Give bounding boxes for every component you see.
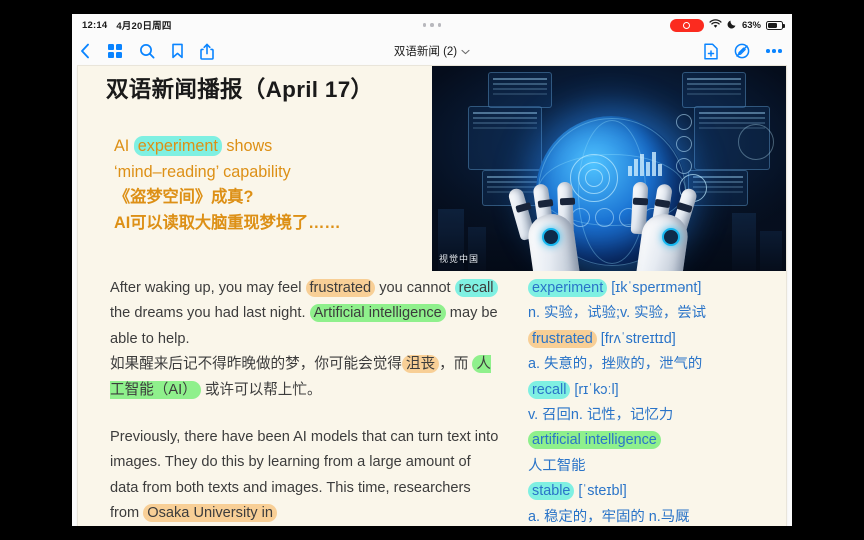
page-title: 双语新闻播报（April 17）: [106, 77, 374, 102]
bottom-letterbox: [0, 526, 864, 540]
headline-line1-post: shows: [221, 137, 273, 155]
headline-line-2: ‘mind–reading’ capability: [114, 162, 291, 181]
more-ellipsis-icon[interactable]: [766, 49, 782, 53]
chevron-down-icon[interactable]: [461, 42, 470, 60]
headline-line-4: AI可以读取大脑重现梦境了……: [114, 213, 341, 232]
headline-line1-pre: AI: [114, 137, 134, 155]
highlight-osaka-university: Osaka University in: [143, 504, 277, 523]
vocab-word-2: recall [rɪˈkɔːl]: [528, 378, 786, 403]
p1-seg2: you cannot: [375, 280, 455, 296]
vocab-term-2: recall: [528, 380, 571, 399]
screen: 12:14 4月20日周四 63% 双语新闻 (2) 双语新闻播报（April …: [0, 0, 864, 540]
headline-line-1: AI experiment shows: [114, 134, 414, 160]
recording-indicator[interactable]: [669, 18, 704, 32]
vocabulary-column: experiment [ɪkˈsperɪmənt] n. 实验，试验;v. 实验…: [528, 276, 786, 526]
vocab-term-4: stable: [528, 482, 575, 501]
toolbar-right-group: [704, 36, 782, 66]
document-title-label: 双语新闻 (2): [393, 46, 458, 58]
headline-block: AI experiment shows ‘mind–reading’ capab…: [114, 134, 414, 236]
vocab-def-1: a. 失意的，挫败的，泄气的: [528, 356, 703, 373]
image-watermark: 视觉中国: [439, 254, 480, 264]
vocab-word-0: experiment [ɪkˈsperɪmənt]: [528, 276, 786, 301]
highlight-recall: recall: [454, 279, 498, 297]
app-toolbar: 双语新闻 (2): [72, 36, 792, 66]
add-page-icon[interactable]: [704, 43, 718, 60]
do-not-disturb-icon: [727, 16, 737, 34]
vocab-ipa-1: [frʌˈstreɪtɪd]: [600, 330, 676, 347]
vocab-word-4: stable [ˈsteɪbl]: [528, 479, 786, 504]
p1cn-seg3: 或许可以帮上忙。: [200, 381, 322, 398]
body-paragraph-2: Previously, there have been AI models th…: [110, 425, 500, 526]
body-paragraph-1: After waking up, you may feel frustrated…: [110, 276, 500, 352]
markup-pen-icon[interactable]: [734, 43, 750, 59]
vocab-term-0: experiment: [528, 279, 608, 297]
battery-icon: [766, 20, 785, 30]
document-page: 双语新闻播报（April 17） AI experiment shows ‘mi…: [78, 66, 786, 526]
hero-image: 视觉中国: [432, 66, 786, 271]
vocab-def-0: n. 实验，试验;v. 实验，尝试: [528, 305, 707, 322]
vocab-def-4: a. 稳定的，牢固的 n.马厩: [528, 508, 690, 525]
page-scroll-area[interactable]: 双语新闻播报（April 17） AI experiment shows ‘mi…: [72, 66, 792, 526]
vocab-word-1: frustrated [frʌˈstreɪtɪd]: [528, 327, 786, 352]
headline-line-3: 《盗梦空间》成真?: [114, 188, 254, 206]
vocab-def-2: v. 召回n. 记性，记忆力: [528, 407, 674, 424]
vocab-term-1: frustrated: [528, 329, 597, 348]
vocab-term-3: artificial intelligence: [528, 431, 661, 450]
highlight-frustrated: frustrated: [305, 279, 376, 297]
vocab-ipa-4: [ˈsteɪbl]: [578, 483, 627, 500]
p1cn-seg1: 如果醒来后记不得昨晚做的梦，你可能会觉得: [110, 356, 402, 373]
document-title-button[interactable]: 双语新闻 (2): [72, 36, 792, 66]
vocab-word-3: artificial intelligence: [528, 428, 786, 453]
highlight-juhang: 沮丧: [401, 355, 440, 374]
body-paragraph-1-cn: 如果醒来后记不得昨晚做的梦，你可能会觉得 沮丧 ，而 人工智能（AI） 或许可以帮上…: [110, 352, 500, 403]
highlight-artificial-intelligence: Artificial intelligence: [309, 304, 446, 323]
p1-seg3: the dreams you had last night.: [110, 305, 310, 322]
wifi-icon: [709, 16, 722, 34]
app-window: 12:14 4月20日周四 63% 双语新闻 (2) 双语新闻播报（April …: [72, 14, 792, 526]
status-bar-right: 63%: [669, 14, 785, 36]
vocab-def-3: 人工智能: [528, 457, 586, 474]
headline-highlight-experiment: experiment: [133, 136, 222, 156]
vocab-ipa-0: [ɪkˈsperɪmənt]: [611, 280, 702, 296]
vocab-ipa-2: [rɪˈkɔːl]: [574, 381, 619, 398]
p1cn-seg2: ，而: [439, 356, 473, 373]
body-text-column: After waking up, you may feel frustrated…: [110, 276, 500, 526]
battery-percent-label: 63%: [741, 19, 761, 31]
p1-seg1: After waking up, you may feel: [110, 280, 306, 296]
status-bar: 12:14 4月20日周四 63%: [72, 14, 792, 36]
